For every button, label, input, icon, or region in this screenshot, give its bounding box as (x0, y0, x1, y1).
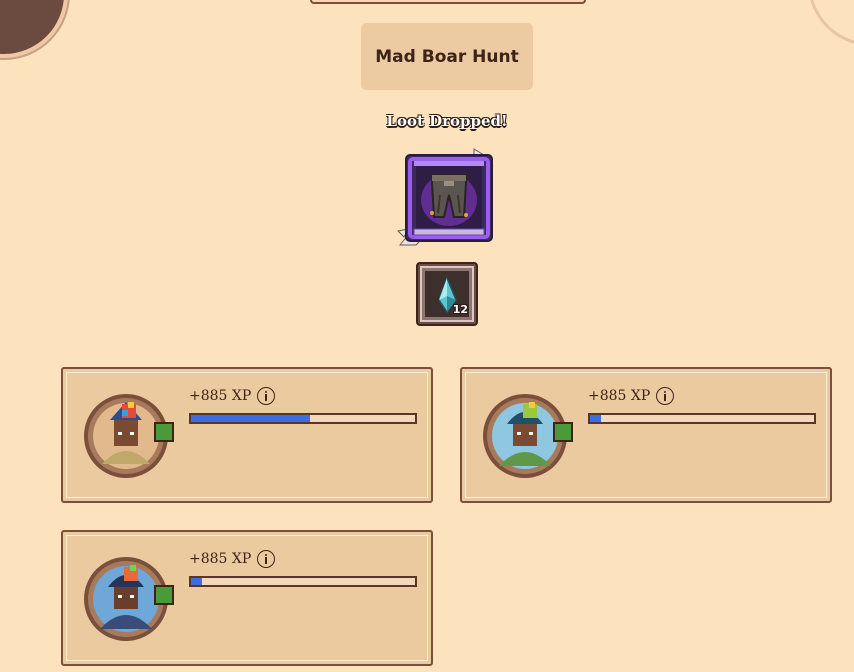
corner-ornament (0, 0, 68, 58)
hero-portrait[interactable] (82, 553, 174, 645)
party-member-card: +885 XP (460, 367, 832, 503)
level-badge (154, 585, 174, 605)
xp-progress-fill (590, 415, 602, 422)
corner-ornament (808, 0, 854, 46)
level-badge (553, 422, 573, 442)
hunt-title-banner: Mad Boar Hunt (361, 23, 533, 90)
xp-gain-text: +885 XP (588, 388, 651, 404)
hunt-results-screen: Mad Boar Hunt Loot Dropped! 12 +885 XP +… (0, 0, 854, 672)
xp-progress-bar (189, 413, 417, 424)
loot-dropped-label: Loot Dropped! (386, 112, 508, 130)
armor-pants-icon (396, 148, 494, 246)
xp-gain: +885 XP (189, 387, 276, 405)
party-member-card: +885 XP (61, 530, 433, 666)
xp-progress-fill (191, 578, 203, 585)
hunt-title: Mad Boar Hunt (375, 46, 519, 67)
xp-gain-text: +885 XP (189, 388, 252, 404)
hero-portrait[interactable] (82, 390, 174, 482)
xp-gain: +885 XP (588, 387, 675, 405)
info-icon[interactable] (257, 550, 276, 568)
xp-gain-text: +885 XP (189, 551, 252, 567)
hero-portrait[interactable] (481, 390, 573, 482)
xp-progress-bar (189, 576, 417, 587)
crystal-shard-icon (416, 262, 478, 326)
loot-item-material[interactable]: 12 (416, 262, 478, 326)
info-icon[interactable] (257, 387, 276, 405)
loot-item-gear[interactable] (396, 145, 502, 251)
material-count: 12 (452, 303, 468, 316)
xp-gain: +885 XP (189, 550, 276, 568)
info-icon[interactable] (656, 387, 675, 405)
top-panel-edge (310, 0, 586, 4)
level-badge (154, 422, 174, 442)
party-member-card: +885 XP (61, 367, 433, 503)
xp-progress-fill (191, 415, 310, 422)
xp-progress-bar (588, 413, 816, 424)
